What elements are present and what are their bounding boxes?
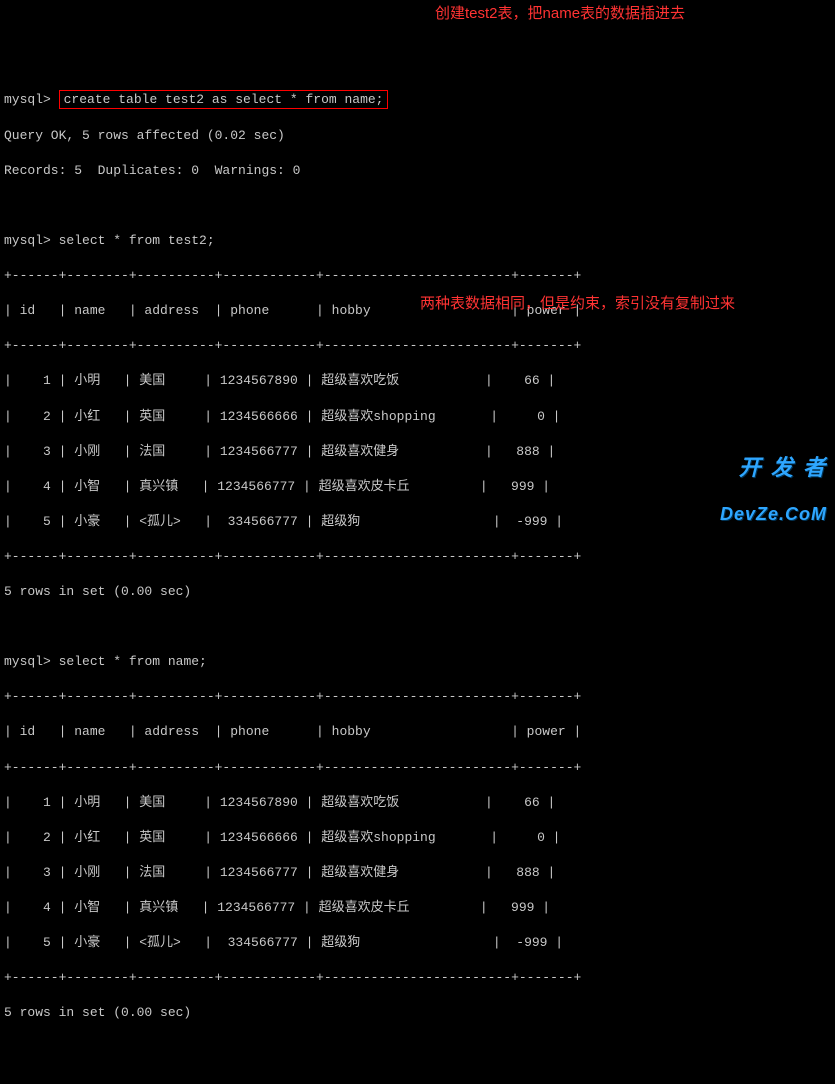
rows-in-set-line: 5 rows in set (0.00 sec)	[4, 583, 831, 601]
table-row: | 1 | 小明 | 美国 | 1234567890 | 超级喜欢吃饭 | 66…	[4, 372, 831, 390]
prompt-line-select-test2: mysql> select * from test2;	[4, 232, 831, 250]
command-text: select * from name;	[59, 654, 207, 669]
table-row: | 3 | 小刚 | 法国 | 1234566777 | 超级喜欢健身 | 88…	[4, 443, 831, 461]
prompt-line-select-name: mysql> select * from name;	[4, 653, 831, 671]
records-line: Records: 5 Duplicates: 0 Warnings: 0	[4, 162, 831, 180]
table-row: | 4 | 小智 | 真兴镇 | 1234566777 | 超级喜欢皮卡丘 | …	[4, 899, 831, 917]
blank-line	[4, 197, 831, 215]
table-row: | 2 | 小红 | 英国 | 1234566666 | 超级喜欢shoppin…	[4, 408, 831, 426]
annotation-create-table: 创建test2表，把name表的数据插进去	[435, 4, 685, 24]
table-separator: +------+--------+----------+------------…	[4, 969, 831, 987]
table-row: | 5 | 小豪 | <孤儿> | 334566777 | 超级狗 | -999…	[4, 513, 831, 531]
prompt-line-create: mysql> create table test2 as select * fr…	[4, 90, 831, 110]
table-row: | 3 | 小刚 | 法国 | 1234566777 | 超级喜欢健身 | 88…	[4, 864, 831, 882]
annotation-data-same: 两种表数据相同，但是约束，索引没有复制过来	[420, 294, 735, 314]
table-separator: +------+--------+----------+------------…	[4, 759, 831, 777]
table-separator: +------+--------+----------+------------…	[4, 688, 831, 706]
terminal-output: mysql> create table test2 as select * fr…	[0, 70, 835, 1041]
highlighted-command: create table test2 as select * from name…	[59, 90, 389, 110]
watermark-line1: 开 发 者	[720, 457, 827, 479]
blank-line	[4, 618, 831, 636]
mysql-prompt: mysql>	[4, 654, 51, 669]
query-ok-line: Query OK, 5 rows affected (0.02 sec)	[4, 127, 831, 145]
watermark-line2: DevZe.CoM	[720, 505, 827, 523]
mysql-prompt: mysql>	[4, 91, 51, 109]
table-row: | 1 | 小明 | 美国 | 1234567890 | 超级喜欢吃饭 | 66…	[4, 794, 831, 812]
table-header: | id | name | address | phone | hobby | …	[4, 723, 831, 741]
command-text: select * from test2;	[59, 233, 215, 248]
table-row: | 5 | 小豪 | <孤儿> | 334566777 | 超级狗 | -999…	[4, 934, 831, 952]
table-row: | 4 | 小智 | 真兴镇 | 1234566777 | 超级喜欢皮卡丘 | …	[4, 478, 831, 496]
table-separator: +------+--------+----------+------------…	[4, 267, 831, 285]
rows-in-set-line: 5 rows in set (0.00 sec)	[4, 1004, 831, 1022]
table-row: | 2 | 小红 | 英国 | 1234566666 | 超级喜欢shoppin…	[4, 829, 831, 847]
mysql-prompt: mysql>	[4, 233, 51, 248]
watermark-logo: 开 发 者 DevZe.CoM	[720, 431, 827, 536]
table-separator: +------+--------+----------+------------…	[4, 337, 831, 355]
table-separator: +------+--------+----------+------------…	[4, 548, 831, 566]
